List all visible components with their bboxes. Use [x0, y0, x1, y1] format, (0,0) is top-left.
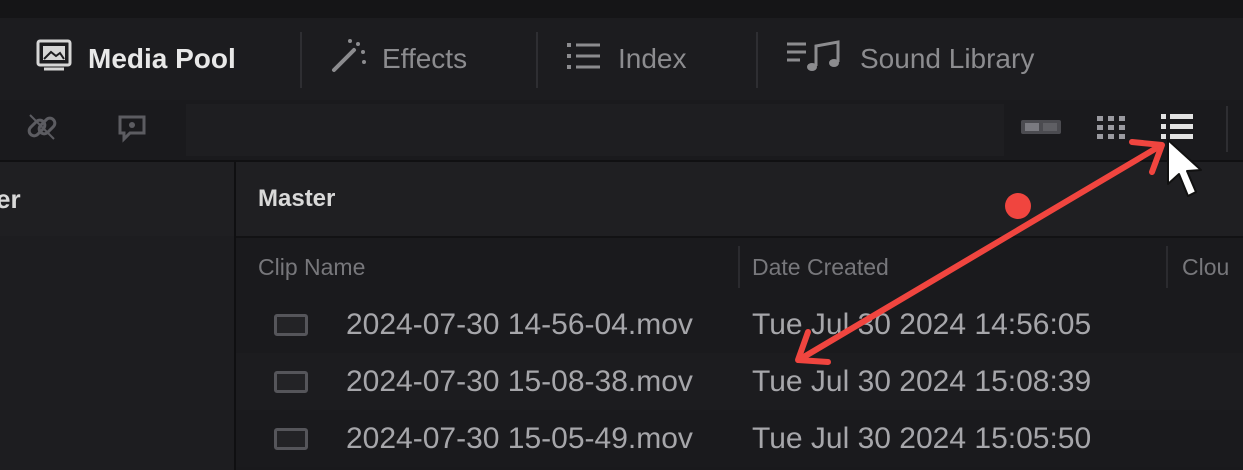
- clip-list-panel: Master Clip Name Date Created Clou 2024-…: [236, 162, 1243, 470]
- effects-wand-icon: [328, 36, 368, 83]
- link-button[interactable]: [14, 106, 70, 152]
- column-resize-handle[interactable]: [738, 246, 740, 288]
- table-row[interactable]: 2024-07-30 15-08-38.mov Tue Jul 30 2024 …: [236, 353, 1243, 410]
- toolbar-spacer: [186, 104, 1004, 156]
- tab-divider: [300, 32, 302, 88]
- tab-index[interactable]: Index: [564, 18, 687, 100]
- clip-icon: [274, 428, 308, 450]
- clip-icon: [274, 314, 308, 336]
- tab-index-label: Index: [618, 43, 687, 74]
- column-header-row: Clip Name Date Created Clou: [236, 238, 1243, 298]
- table-row[interactable]: 2024-07-30 14-56-04.mov Tue Jul 30 2024 …: [236, 296, 1243, 353]
- sidebar-bin-label: er: [0, 183, 21, 214]
- sound-library-icon: [784, 38, 846, 81]
- thumbnail-view-button[interactable]: [1014, 106, 1068, 152]
- clip-name-cell: 2024-07-30 15-05-49.mov: [346, 422, 693, 455]
- toolbar-divider: [1226, 106, 1228, 152]
- index-list-icon: [564, 39, 604, 80]
- sidebar-bin-item[interactable]: er: [0, 162, 234, 236]
- bin-title-label: Master: [258, 185, 336, 212]
- grid-view-icon: [1094, 112, 1128, 147]
- grid-view-button[interactable]: [1084, 106, 1138, 152]
- column-resize-handle[interactable]: [1166, 246, 1168, 288]
- clip-rows: 2024-07-30 14-56-04.mov Tue Jul 30 2024 …: [236, 296, 1243, 467]
- list-view-button[interactable]: [1150, 106, 1204, 152]
- tab-effects[interactable]: Effects: [328, 18, 467, 100]
- column-header-cloud[interactable]: Clou: [1182, 238, 1243, 296]
- clip-name-cell: 2024-07-30 15-08-38.mov: [346, 365, 693, 398]
- clip-icon: [274, 371, 308, 393]
- table-row[interactable]: 2024-07-30 15-05-49.mov Tue Jul 30 2024 …: [236, 410, 1243, 467]
- bin-title: Master: [236, 162, 1243, 238]
- clip-name-cell: 2024-07-30 14-56-04.mov: [346, 308, 693, 341]
- tab-divider: [756, 32, 758, 88]
- tab-divider: [536, 32, 538, 88]
- column-header-date-created[interactable]: Date Created: [752, 238, 1164, 296]
- date-created-cell: Tue Jul 30 2024 15:05:50: [752, 422, 1092, 455]
- date-created-cell: Tue Jul 30 2024 14:56:05: [752, 308, 1092, 341]
- list-view-icon: [1158, 110, 1196, 149]
- tab-effects-label: Effects: [382, 43, 468, 74]
- date-created-cell: Tue Jul 30 2024 15:08:39: [752, 365, 1092, 398]
- tab-media-pool[interactable]: Media Pool: [34, 18, 236, 100]
- comment-button[interactable]: [104, 106, 160, 152]
- media-pool-toolbar: [0, 100, 1243, 162]
- thumbnail-view-icon: [1019, 115, 1063, 144]
- speech-bubble-icon: [114, 109, 150, 150]
- tab-sound-library[interactable]: Sound Library: [784, 18, 1034, 100]
- tab-media-pool-label: Media Pool: [88, 43, 236, 74]
- link-icon: [24, 109, 60, 150]
- media-pool-icon: [34, 38, 74, 81]
- bin-sidebar: er: [0, 162, 236, 470]
- tab-sound-library-label: Sound Library: [860, 43, 1035, 74]
- column-header-clip-name[interactable]: Clip Name: [258, 238, 728, 296]
- panel-tab-bar: Media Pool Effects Index Sound Library: [0, 18, 1243, 100]
